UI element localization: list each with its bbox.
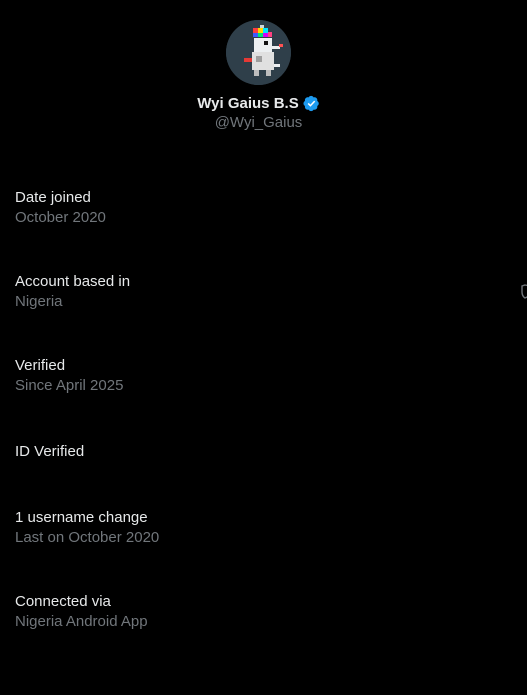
username-change-item: 1 username change Last on October 2020 — [15, 508, 159, 548]
username-change-value: Last on October 2020 — [15, 529, 160, 546]
connected-via-item: Connected via Nigeria Android App — [15, 592, 148, 632]
account-based-label: Account based in — [15, 273, 131, 290]
username-change-label: 1 username change — [15, 509, 148, 526]
shield-icon[interactable] — [521, 283, 527, 299]
verified-item: Verified Since April 2025 — [15, 356, 123, 396]
date-joined-label: Date joined — [15, 189, 91, 206]
date-joined-value: October 2020 — [15, 209, 106, 226]
user-handle[interactable]: @Wyi_Gaius — [215, 114, 303, 131]
name-row: Wyi Gaius B.S — [197, 95, 319, 112]
id-verified-label: ID Verified — [15, 443, 85, 460]
account-based-value: Nigeria — [15, 293, 63, 310]
account-based-item: Account based in Nigeria — [15, 272, 130, 312]
verified-badge-icon[interactable] — [303, 95, 320, 112]
connected-via-label: Connected via — [15, 593, 111, 610]
pixel-avatar-icon — [226, 20, 291, 85]
display-name[interactable]: Wyi Gaius B.S — [197, 95, 298, 112]
date-joined-item: Date joined October 2020 — [15, 188, 106, 228]
connected-via-value: Nigeria Android App — [15, 613, 148, 630]
verified-label: Verified — [15, 357, 66, 374]
id-verified-item: ID Verified — [15, 442, 84, 462]
about-account-page: Wyi Gaius B.S @Wyi_Gaius Date joined Oct… — [0, 0, 527, 695]
verified-value: Since April 2025 — [15, 377, 124, 394]
profile-header: Wyi Gaius B.S @Wyi_Gaius — [0, 20, 517, 131]
avatar[interactable] — [226, 20, 291, 85]
